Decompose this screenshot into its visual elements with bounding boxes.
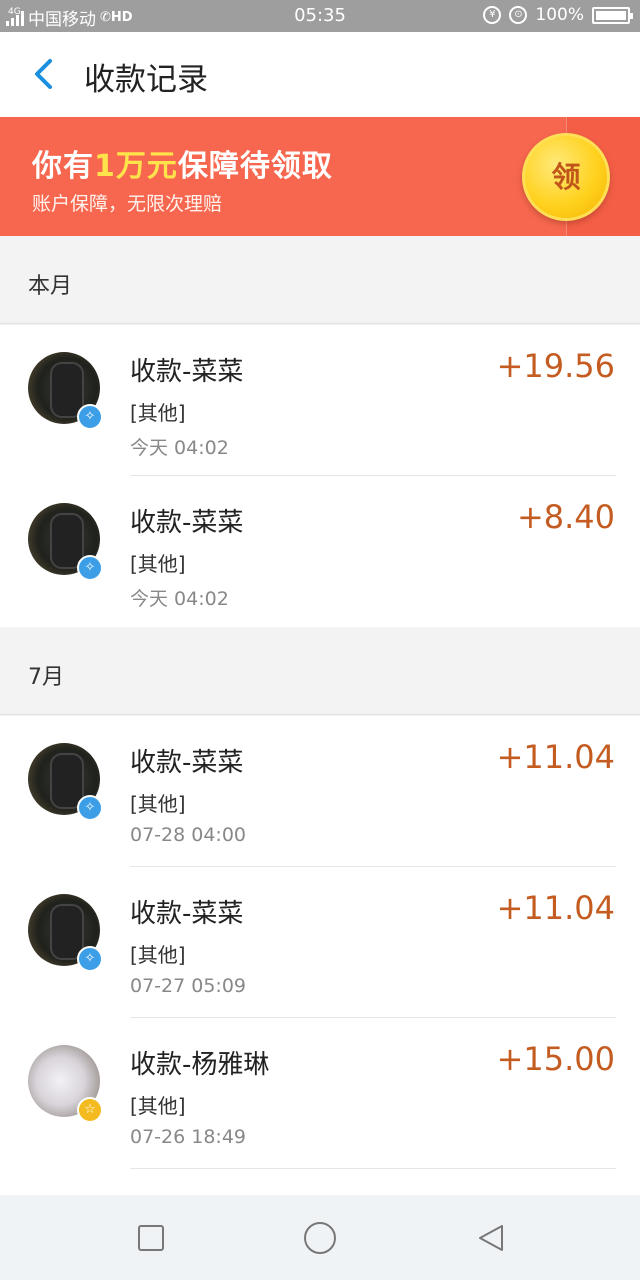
battery-icon <box>592 6 633 24</box>
item-title: 收款-菜菜 <box>130 508 244 538</box>
triangle-back-icon[interactable] <box>476 1223 506 1253</box>
section-header-this-month: 本月 <box>0 236 640 324</box>
item-time: 07-26 18:49 <box>130 1126 247 1148</box>
battery-percent: 100% <box>535 5 584 25</box>
banner-title: 你有1万元保障待领取 <box>32 141 333 185</box>
item-amount: +8.40 <box>516 498 615 536</box>
item-title: 收款-菜菜 <box>130 899 244 929</box>
rotation-lock-icon: ⊙ <box>509 6 528 24</box>
divider <box>130 1168 616 1169</box>
section-label: 本月 <box>28 274 73 299</box>
shield-yen-icon: ¥ <box>483 6 502 24</box>
item-title: 收款-菜菜 <box>130 357 244 387</box>
nav-bar: 收款记录 <box>0 32 640 117</box>
insurance-banner[interactable]: 你有1万元保障待领取 账户保障，无限次理赔 领 <box>0 117 640 236</box>
list-item[interactable]: ✧ 收款-菜菜 [其他] 今天 04:02 +19.56 <box>0 325 640 476</box>
item-title: 收款-杨雅琳 <box>130 1050 270 1080</box>
verified-badge-icon: ✧ <box>77 795 103 821</box>
status-right: ¥ ⊙ 100% <box>483 5 633 25</box>
list-item[interactable]: ✧ 收款-菜菜 [其他] 今天 04:02 +8.40 <box>0 476 640 627</box>
item-category: [其他] <box>130 792 186 816</box>
list-item[interactable]: ☆ 收款-杨雅琳 [其他] 07-26 18:49 +15.00 <box>0 1018 640 1169</box>
claim-button[interactable]: 领 <box>522 133 610 221</box>
item-category: [其他] <box>130 943 186 967</box>
page-title: 收款记录 <box>84 62 208 98</box>
item-time: 今天 04:02 <box>130 588 229 610</box>
list-item[interactable]: ✧ 收款-菜菜 [其他] 07-28 04:00 +11.04 <box>0 716 640 867</box>
item-amount: +11.04 <box>496 889 615 927</box>
item-time: 07-27 05:09 <box>130 975 247 997</box>
circle-icon[interactable] <box>302 1220 338 1256</box>
banner-title-suffix: 保障待领取 <box>177 149 333 184</box>
item-time: 今天 04:02 <box>130 437 229 459</box>
section-label: 7月 <box>28 665 64 690</box>
verified-badge-icon: ✧ <box>77 555 103 581</box>
list-this-month: ✧ 收款-菜菜 [其他] 今天 04:02 +19.56 ✧ 收款-菜菜 [其他… <box>0 325 640 627</box>
list-item[interactable]: ✧ 收款-菜菜 [其他] 07-27 05:09 +11.04 <box>0 867 640 1018</box>
star-badge-icon: ☆ <box>77 1097 103 1123</box>
verified-badge-icon: ✧ <box>77 946 103 972</box>
square-icon[interactable] <box>136 1223 166 1253</box>
item-amount: +19.56 <box>496 347 615 385</box>
item-time: 07-28 04:00 <box>130 824 247 846</box>
item-title: 收款-菜菜 <box>130 748 244 778</box>
item-amount: +11.04 <box>496 738 615 776</box>
verified-badge-icon: ✧ <box>77 404 103 430</box>
banner-title-highlight: 1万元 <box>94 149 178 184</box>
item-category: [其他] <box>130 1094 186 1118</box>
item-category: [其他] <box>130 552 186 576</box>
chevron-left-icon[interactable] <box>26 56 62 92</box>
list-july: ✧ 收款-菜菜 [其他] 07-28 04:00 +11.04 ✧ 收款-菜菜 … <box>0 716 640 1195</box>
system-nav-bar <box>0 1195 640 1280</box>
section-header-july: 7月 <box>0 627 640 715</box>
banner-subtitle: 账户保障，无限次理赔 <box>32 193 223 215</box>
item-amount: +15.00 <box>496 1040 615 1078</box>
status-bar: 4G 中国移动 ✆HD 05:35 ¥ ⊙ 100% <box>0 0 640 32</box>
item-category: [其他] <box>130 401 186 425</box>
banner-title-prefix: 你有 <box>32 149 94 184</box>
